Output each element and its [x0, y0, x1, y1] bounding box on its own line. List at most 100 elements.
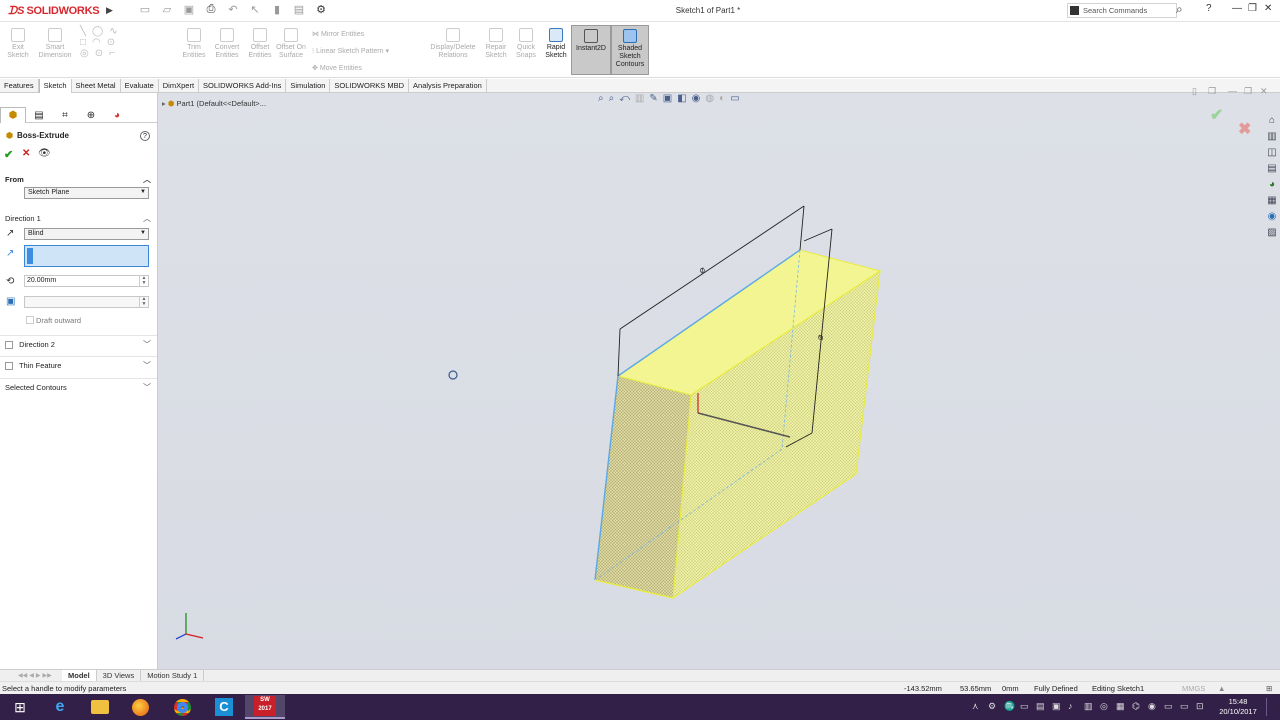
- display-manager-tab-icon[interactable]: ◕: [104, 107, 130, 123]
- shaded-sketch-contours-button[interactable]: Shaded Sketch Contours: [611, 25, 649, 75]
- windows-start-icon: ⊞: [14, 698, 26, 715]
- tab-dimxpert[interactable]: DimXpert: [159, 79, 200, 93]
- help-icon[interactable]: ?: [140, 131, 150, 141]
- tray-icon-6[interactable]: ▣: [1052, 701, 1061, 712]
- tray-icon-1[interactable]: ⋏: [972, 701, 979, 712]
- direction2-checkbox[interactable]: [5, 341, 13, 350]
- property-manager-tab-icon[interactable]: ⬢: [0, 107, 26, 123]
- minimize-icon[interactable]: —: [1232, 3, 1242, 14]
- feature-tree-tab-icon[interactable]: ▤: [26, 107, 52, 123]
- taskbar-chrome[interactable]: [162, 695, 202, 719]
- rapid-sketch-button[interactable]: Rapid Sketch: [542, 28, 570, 60]
- close-icon[interactable]: ✕: [1264, 3, 1272, 14]
- units-arrow-icon[interactable]: ▲: [1218, 684, 1225, 693]
- tab-sheet-metal[interactable]: Sheet Metal: [72, 79, 121, 93]
- units-status[interactable]: MMGS: [1182, 684, 1205, 693]
- thin-feature-checkbox[interactable]: [5, 362, 13, 371]
- repair-sketch-button[interactable]: Repair Sketch: [482, 28, 510, 60]
- first-tab-icon[interactable]: ◀◀: [18, 672, 27, 681]
- mirror-entities-button[interactable]: ⋈ Mirror Entities: [312, 30, 364, 38]
- draft-outward-checkbox[interactable]: [26, 316, 34, 324]
- volume-icon[interactable]: ♪: [1068, 701, 1073, 711]
- reverse-direction-icon[interactable]: ↗: [6, 228, 14, 239]
- tray-icon-4[interactable]: ▭: [1020, 701, 1029, 712]
- instant2d-button[interactable]: Instant2D: [571, 25, 611, 75]
- configuration-tab-icon[interactable]: ⌗: [52, 107, 78, 123]
- command-manager-tabs: Features Sketch Sheet Metal Evaluate Dim…: [0, 79, 1280, 93]
- tray-icon-10[interactable]: ◉: [1148, 701, 1156, 712]
- offset-entities-button[interactable]: Offset Entities: [244, 28, 276, 60]
- status-help-icon[interactable]: ⊞: [1266, 684, 1272, 693]
- tray-icon-11[interactable]: ▭: [1164, 701, 1173, 712]
- smart-dimension-button[interactable]: Smart Dimension: [36, 28, 74, 60]
- network-icon[interactable]: ▥: [1084, 701, 1093, 712]
- triad-axis-icon[interactable]: [175, 613, 204, 640]
- taskbar-solidworks[interactable]: SW 2017: [245, 695, 285, 719]
- tray-icon-13[interactable]: ⊡: [1196, 701, 1204, 712]
- draft-angle-input[interactable]: ▲ ▼: [24, 296, 149, 308]
- display-delete-relations-button[interactable]: Display/Delete Relations: [426, 28, 480, 60]
- detailed-preview-eye-icon[interactable]: 👁: [38, 148, 51, 159]
- tab-sketch[interactable]: Sketch: [38, 79, 72, 93]
- tray-icon-12[interactable]: ▭: [1180, 701, 1189, 712]
- graphics-area[interactable]: ▸ ⬢ Part1 (Default<<Default>... ⌕ ⌕ ⤺ ▥ …: [158, 86, 1280, 669]
- tab-mbd[interactable]: SOLIDWORKS MBD: [330, 79, 410, 93]
- next-tab-icon[interactable]: ▶: [36, 672, 41, 681]
- direction1-group-header[interactable]: Direction 1 ︿: [0, 210, 157, 226]
- tray-icon-5[interactable]: ▤: [1036, 701, 1045, 712]
- collapse-chevron-icon: ︿: [143, 214, 151, 223]
- selected-contours-group-header[interactable]: Selected Contours ﹀: [0, 378, 157, 394]
- tab-features[interactable]: Features: [0, 79, 39, 93]
- last-tab-icon[interactable]: ▶▶: [42, 672, 51, 681]
- thin-feature-group-header[interactable]: Thin Feature ﹀: [0, 356, 157, 372]
- dimxpert-tab-icon[interactable]: ⊕: [78, 107, 104, 123]
- search-commands-input[interactable]: Search Commands: [1067, 3, 1177, 18]
- depth-input[interactable]: 20.00mm ▲ ▼: [24, 275, 149, 287]
- offset-on-surface-button[interactable]: Offset On Surface: [276, 28, 306, 60]
- taskbar-ie[interactable]: e: [40, 695, 80, 719]
- trim-entities-button[interactable]: Trim Entities: [178, 28, 210, 60]
- end-condition-select[interactable]: Blind ▼: [24, 228, 149, 240]
- spin-arrows-icon[interactable]: ▲ ▼: [139, 297, 148, 307]
- quick-snaps-button[interactable]: Quick Snaps: [514, 28, 538, 60]
- search-icon[interactable]: ⌕: [1176, 2, 1183, 17]
- restore-icon[interactable]: ❐: [1248, 3, 1257, 14]
- tab-motion-study[interactable]: Motion Study 1: [141, 670, 205, 681]
- start-button[interactable]: ⊞: [0, 695, 40, 719]
- taskbar-clock[interactable]: 15:48 20/10/2017: [1218, 697, 1258, 717]
- taskbar-explorer[interactable]: [80, 695, 120, 719]
- tab-3d-views[interactable]: 3D Views: [97, 670, 142, 681]
- taskbar-c-app[interactable]: C: [204, 695, 244, 719]
- convert-entities-button[interactable]: Convert Entities: [210, 28, 244, 60]
- tab-model[interactable]: Model: [62, 670, 97, 681]
- direction2-group-header[interactable]: Direction 2 ﹀: [0, 335, 157, 351]
- exit-sketch-button[interactable]: Exit Sketch: [4, 28, 32, 60]
- tab-analysis-preparation[interactable]: Analysis Preparation: [409, 79, 487, 93]
- tray-icon-8[interactable]: ▦: [1116, 701, 1125, 712]
- tab-scroll-arrows[interactable]: ◀◀ ◀ ▶ ▶▶: [0, 670, 62, 681]
- spin-arrows-icon[interactable]: ▲ ▼: [139, 276, 148, 286]
- draft-icon[interactable]: ▣: [6, 296, 15, 307]
- help-icon[interactable]: ?: [1206, 3, 1212, 14]
- from-select[interactable]: Sketch Plane ▼: [24, 187, 149, 199]
- from-group-header[interactable]: From ︿: [0, 171, 157, 187]
- show-desktop-button[interactable]: [1266, 698, 1276, 716]
- ok-check-icon[interactable]: ✔: [4, 148, 13, 161]
- linear-sketch-pattern-button[interactable]: ⁝ Linear Sketch Pattern ▾: [312, 47, 389, 55]
- move-entities-button[interactable]: ✥ Move Entities: [312, 64, 362, 72]
- tray-icon-9[interactable]: ⌬: [1132, 701, 1140, 712]
- tray-icon-3[interactable]: ♏: [1004, 701, 1015, 712]
- status-message: Select a handle to modify parameters: [2, 684, 127, 693]
- cancel-x-icon[interactable]: ✕: [22, 148, 30, 159]
- tray-icon-2[interactable]: ⚙: [988, 701, 996, 712]
- tab-addins[interactable]: SOLIDWORKS Add-Ins: [199, 79, 287, 93]
- tab-evaluate[interactable]: Evaluate: [121, 79, 159, 93]
- prev-tab-icon[interactable]: ◀: [29, 672, 34, 681]
- tray-icon-7[interactable]: ◎: [1100, 701, 1108, 712]
- taskbar-firefox[interactable]: [120, 695, 160, 719]
- instant2d-icon: [584, 29, 598, 43]
- tab-simulation[interactable]: Simulation: [286, 79, 331, 93]
- direction-selection-box[interactable]: [24, 245, 149, 267]
- sketch-entities-group[interactable]: ╲◯∿ □◠⊙ ◎⊙⌐: [80, 26, 160, 59]
- dimension-value-icon[interactable]: ⌀: [697, 265, 708, 277]
